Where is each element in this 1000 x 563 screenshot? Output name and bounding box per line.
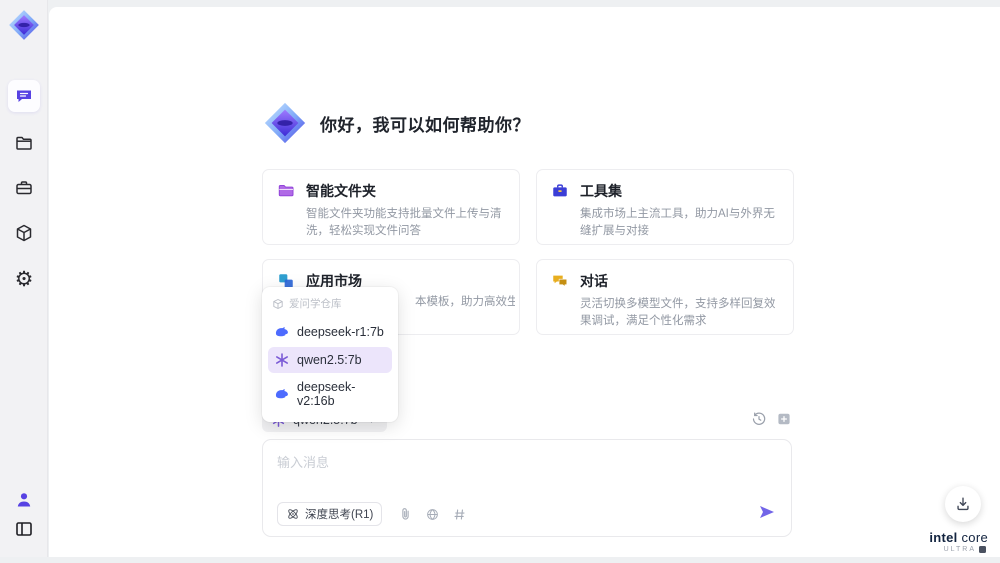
model-dropdown: 爱问学仓库 deepseek-r1:7b qwen2.5:7b deepseek… [262, 287, 398, 422]
main-area: 你好，我可以如何帮助你？ 智能文件夹 智能文件夹功能支持批量文件上传与清洗，轻松… [49, 7, 1000, 557]
download-icon [957, 497, 969, 511]
core-brand-text: core [961, 530, 988, 545]
download-button[interactable] [945, 486, 981, 522]
deep-think-toggle[interactable]: 深度思考(R1) [277, 502, 383, 526]
card-desc: 灵活切换多模型文件，支持多样回复效果调试，满足个性化需求 [580, 298, 776, 327]
intel-brand-text: intel [929, 530, 958, 545]
app-logo-icon [9, 10, 39, 40]
repo-icon [273, 298, 283, 309]
model-dropdown-header-label: 爱问学仓库 [289, 298, 342, 310]
card-desc-visible-fragment: 本模板，助力高效生成多 [415, 296, 515, 308]
model-option-label: deepseek-r1:7b [297, 325, 384, 339]
qwen-icon [276, 353, 288, 367]
sidebar-item-chat[interactable] [8, 80, 40, 112]
history-icon[interactable] [751, 411, 767, 427]
sidebar-item-folders[interactable] [8, 127, 40, 159]
sidebar-item-panel-toggle[interactable] [8, 513, 40, 545]
sidebar: ⚙ [0, 0, 48, 557]
model-option-label: deepseek-v2:16b [297, 380, 356, 408]
user-icon [17, 493, 31, 507]
model-option-deepseek-v2[interactable]: deepseek-v2:16b [268, 375, 392, 413]
new-chat-icon[interactable] [776, 411, 792, 427]
deepseek-icon [275, 327, 288, 337]
card-toolset[interactable]: 工具集 集成市场上主流工具，助力AI与外界无缝扩展与对接 [536, 169, 794, 245]
chat-icon [17, 90, 31, 102]
card-title: 智能文件夹 [306, 183, 376, 199]
send-button[interactable] [757, 502, 777, 527]
card-title: 对话 [580, 273, 608, 289]
card-title: 工具集 [580, 183, 622, 199]
model-option-deepseek-r1[interactable]: deepseek-r1:7b [268, 319, 392, 345]
greeting: 你好，我可以如何帮助你？ [262, 100, 530, 146]
gear-icon: ⚙ [14, 267, 34, 291]
model-option-qwen[interactable]: qwen2.5:7b [268, 347, 392, 373]
paperclip-icon[interactable] [398, 507, 413, 522]
greeting-title: 你好，我可以如何帮助你？ [320, 115, 530, 135]
card-smart-folder[interactable]: 智能文件夹 智能文件夹功能支持批量文件上传与清洗，轻松实现文件问答 [262, 169, 520, 245]
globe-icon[interactable] [425, 507, 440, 522]
ultra-chip-icon [979, 546, 986, 553]
card-desc: 智能文件夹功能支持批量文件上传与清洗，轻松实现文件问答 [306, 208, 502, 237]
sidebar-item-models[interactable] [8, 217, 40, 249]
side-panel-icon [16, 522, 32, 536]
sidebar-item-toolbox[interactable] [8, 172, 40, 204]
composer: 深度思考(R1) [262, 439, 792, 537]
deep-think-label: 深度思考(R1) [305, 509, 374, 521]
sidebar-item-settings[interactable]: ⚙ [8, 263, 40, 295]
model-option-label: qwen2.5:7b [297, 353, 362, 367]
cube-icon [16, 224, 32, 242]
deepseek-icon [275, 389, 288, 399]
card-desc: 集成市场上主流工具，助力AI与外界无缝扩展与对接 [580, 208, 775, 237]
dialog-icon [553, 275, 568, 287]
toolbox-icon [16, 181, 32, 195]
deep-think-icon [288, 509, 298, 519]
model-dropdown-header: 爱问学仓库 [268, 294, 392, 317]
message-input[interactable] [277, 452, 767, 494]
folder-icon [16, 136, 32, 150]
toolset-icon [553, 184, 567, 197]
smart-folder-icon [278, 184, 294, 197]
send-icon [760, 505, 774, 518]
sidebar-item-account[interactable] [8, 484, 40, 516]
intel-core-ultra-logo: intel core ULTRA [929, 530, 988, 553]
app-logo-icon [264, 102, 306, 144]
card-dialog[interactable]: 对话 灵活切换多模型文件，支持多样回复效果调试，满足个性化需求 [536, 259, 794, 335]
hash-icon[interactable] [452, 507, 467, 522]
ultra-text: ULTRA [943, 546, 976, 553]
